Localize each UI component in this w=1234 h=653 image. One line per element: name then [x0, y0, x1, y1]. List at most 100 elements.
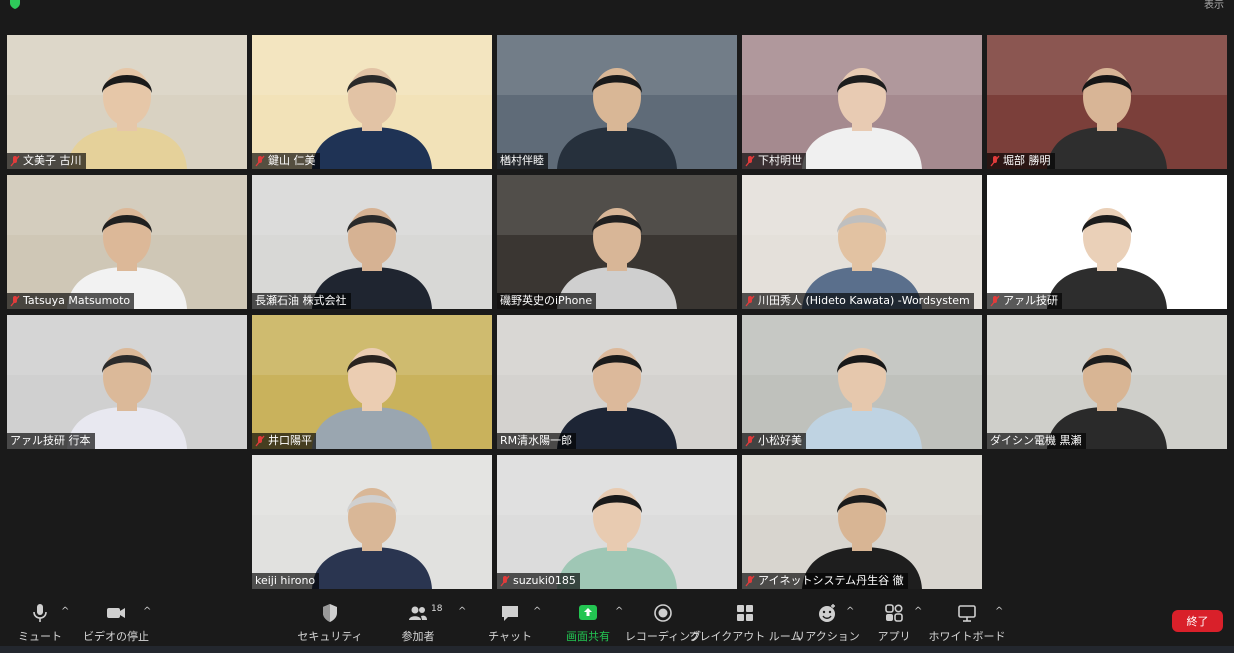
whiteboard-label: ホワイトボード	[928, 630, 1006, 643]
chat-caret-icon[interactable]: ^	[533, 606, 541, 617]
whiteboard-icon	[958, 605, 976, 622]
participant-name: アァル技研	[1003, 294, 1058, 307]
participant-name-tag: Tatsuya Matsumoto	[7, 293, 135, 309]
participant-tile-17[interactable]: suzuki0185	[497, 455, 737, 589]
breakout-rooms-icon	[737, 605, 753, 621]
mic-muted-icon	[990, 155, 1000, 167]
participant-video	[497, 455, 737, 589]
participant-tile-2[interactable]: 鍵山 仁美	[252, 35, 492, 169]
video-options-caret-icon[interactable]: ^	[143, 606, 151, 617]
participant-name: 長瀬石油 株式会社	[255, 294, 347, 307]
reactions-caret-icon[interactable]: ^	[846, 606, 854, 617]
participant-tile-16[interactable]: keiji hirono	[252, 455, 492, 589]
mic-muted-icon	[500, 575, 510, 587]
participant-name-tag: keiji hirono	[252, 573, 320, 589]
mic-muted-icon	[255, 155, 265, 167]
participant-video	[742, 175, 982, 309]
participant-video	[987, 175, 1227, 309]
participant-name: 堀部 勝明	[1003, 154, 1051, 167]
mic-muted-icon	[745, 155, 755, 167]
participant-name: suzuki0185	[513, 574, 576, 587]
participant-video	[7, 175, 247, 309]
apps-label: アプリ	[877, 630, 911, 643]
chat-button[interactable]: チャット	[488, 598, 532, 646]
stop-video-button[interactable]: ビデオの停止	[83, 598, 149, 646]
participants-label: 参加者	[401, 630, 435, 643]
participant-name: 楢村伴睦	[500, 154, 544, 167]
participant-name: アイネットシステム丹生谷 徹	[758, 574, 904, 587]
participant-name-tag: 文美子 古川	[7, 153, 86, 169]
mic-muted-icon	[990, 295, 1000, 307]
share-screen-icon	[579, 605, 597, 620]
participant-name-tag: 下村明世	[742, 153, 806, 169]
participant-video	[497, 315, 737, 449]
participant-name: keiji hirono	[255, 574, 316, 587]
view-menu[interactable]: 表示	[1204, 0, 1224, 11]
video-camera-icon	[107, 608, 125, 618]
participant-name: 小松好美	[758, 434, 802, 447]
meeting-toolbar: ミュート ^ ビデオの停止 ^ セキュリティ 参加者 18 ^ チャット ^ 画…	[0, 598, 1234, 646]
security-button[interactable]: セキュリティ	[297, 598, 363, 646]
mute-options-caret-icon[interactable]: ^	[61, 606, 69, 617]
breakout-rooms-button[interactable]: ブレイクアウト ルーム	[689, 598, 801, 646]
mute-button[interactable]: ミュート	[18, 598, 62, 646]
participant-tile-5[interactable]: 堀部 勝明	[987, 35, 1227, 169]
participant-name-tag: 井口陽平	[252, 433, 316, 449]
security-label: セキュリティ	[297, 630, 363, 643]
participant-video	[252, 315, 492, 449]
participant-video	[497, 175, 737, 309]
participant-tile-10[interactable]: アァル技研	[987, 175, 1227, 309]
participant-tile-1[interactable]: 文美子 古川	[7, 35, 247, 169]
participant-name-tag: RM清水陽一郎	[497, 433, 577, 449]
participant-video	[497, 35, 737, 169]
participant-name: Tatsuya Matsumoto	[23, 294, 131, 307]
top-bar: 表示	[0, 0, 1234, 14]
record-button[interactable]: レコーディング	[625, 598, 701, 646]
participant-name-tag: suzuki0185	[497, 573, 580, 589]
participant-video	[252, 175, 492, 309]
participant-name: 鍵山 仁美	[268, 154, 316, 167]
participant-tile-11[interactable]: アァル技研 行本	[7, 315, 247, 449]
microphone-icon	[33, 604, 47, 622]
apps-caret-icon[interactable]: ^	[914, 606, 922, 617]
mic-muted-icon	[255, 435, 265, 447]
encryption-shield-icon[interactable]	[8, 0, 22, 10]
participant-video	[7, 315, 247, 449]
participant-tile-4[interactable]: 下村明世	[742, 35, 982, 169]
participant-tile-8[interactable]: 磯野英史のiPhone	[497, 175, 737, 309]
participant-name-tag: ダイシン電機 黒瀬	[987, 433, 1086, 449]
reactions-button[interactable]: リアクション	[794, 598, 860, 646]
apps-button[interactable]: アプリ	[876, 598, 912, 646]
stop-video-label: ビデオの停止	[83, 630, 149, 643]
participant-tile-12[interactable]: 井口陽平	[252, 315, 492, 449]
participant-tile-13[interactable]: RM清水陽一郎	[497, 315, 737, 449]
participant-name-tag: 磯野英史のiPhone	[497, 293, 597, 309]
chat-bubble-icon	[502, 606, 518, 621]
mic-muted-icon	[10, 155, 20, 167]
participant-video	[7, 35, 247, 169]
participant-tile-14[interactable]: 小松好美	[742, 315, 982, 449]
participants-caret-icon[interactable]: ^	[458, 606, 466, 617]
participant-tile-3[interactable]: 楢村伴睦	[497, 35, 737, 169]
whiteboard-button[interactable]: ホワイトボード	[929, 598, 1006, 646]
participant-name-tag: アイネットシステム丹生谷 徹	[742, 573, 908, 589]
participant-tile-18[interactable]: アイネットシステム丹生谷 徹	[742, 455, 982, 589]
participant-name: ダイシン電機 黒瀬	[990, 434, 1082, 447]
participant-name: 磯野英史のiPhone	[500, 294, 593, 307]
share-screen-button[interactable]: 画面共有	[562, 598, 614, 646]
mic-muted-icon	[745, 575, 755, 587]
end-meeting-button[interactable]: 終了	[1172, 610, 1223, 632]
participant-name: RM清水陽一郎	[500, 434, 573, 447]
share-caret-icon[interactable]: ^	[615, 606, 623, 617]
participant-tile-7[interactable]: 長瀬石油 株式会社	[252, 175, 492, 309]
chat-label: チャット	[488, 630, 532, 643]
breakout-rooms-label: ブレイクアウト ルーム	[688, 630, 802, 643]
record-icon	[654, 604, 672, 622]
participant-tile-9[interactable]: 川田秀人 (Hideto Kawata) -Wordsystem	[742, 175, 982, 309]
whiteboard-caret-icon[interactable]: ^	[995, 606, 1003, 617]
reactions-label: リアクション	[794, 630, 860, 643]
participant-name-tag: 川田秀人 (Hideto Kawata) -Wordsystem	[742, 293, 974, 309]
participant-tile-6[interactable]: Tatsuya Matsumoto	[7, 175, 247, 309]
participants-count: 18	[431, 604, 443, 614]
participant-tile-15[interactable]: ダイシン電機 黒瀬	[987, 315, 1227, 449]
